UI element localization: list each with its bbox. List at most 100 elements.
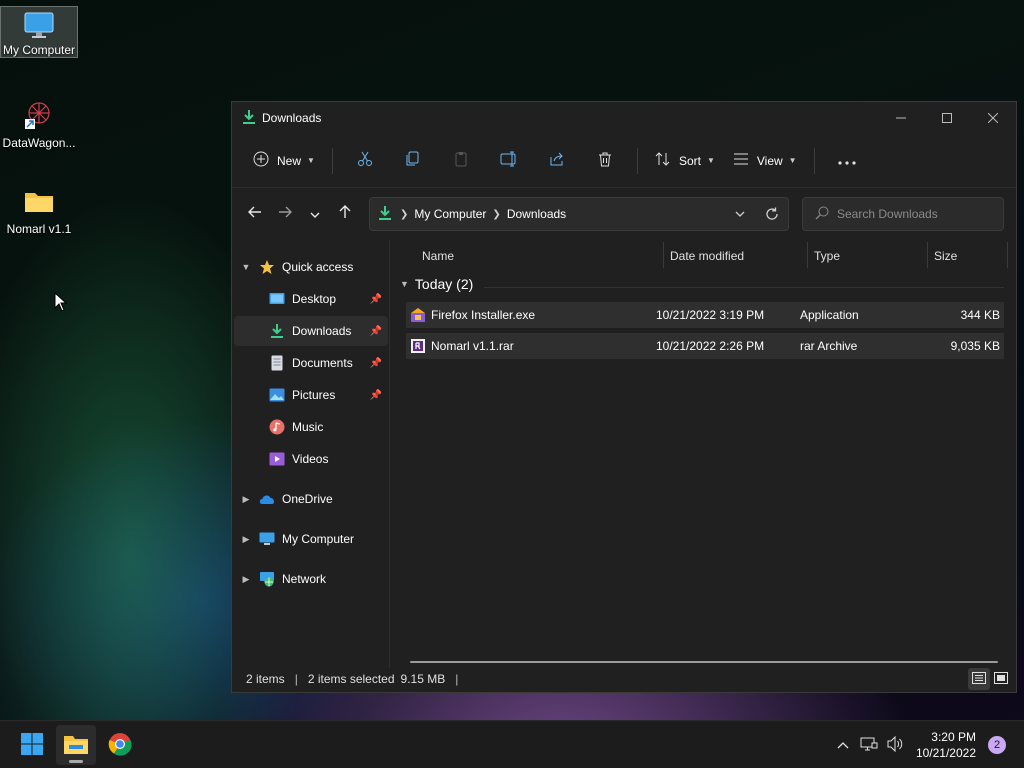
chevron-down-icon: ▼ <box>307 156 315 165</box>
file-explorer-taskbar-button[interactable] <box>56 725 96 765</box>
desktop-folder-icon <box>268 291 286 307</box>
column-header-size[interactable]: Size <box>934 240 957 272</box>
breadcrumb-my-computer[interactable]: My Computer <box>414 207 486 221</box>
recent-locations-button[interactable] <box>300 199 330 229</box>
desktop-icon-nomarl-folder[interactable]: Nomarl v1.1 <box>0 180 78 236</box>
column-header-name[interactable]: Name <box>422 240 454 272</box>
refresh-button[interactable] <box>756 207 788 221</box>
star-icon <box>258 259 276 275</box>
copy-button[interactable] <box>389 145 437 177</box>
sidebar-item-my-computer[interactable]: ▶ My Computer <box>234 524 388 554</box>
file-row-firefox-installer[interactable]: Firefox Installer.exe 10/21/2022 3:19 PM… <box>406 302 1004 328</box>
chrome-taskbar-button[interactable] <box>100 725 140 765</box>
copy-icon <box>405 151 421 170</box>
new-button[interactable]: New ▼ <box>244 145 324 177</box>
back-button[interactable] <box>240 199 270 229</box>
pin-icon[interactable]: 📌 <box>370 326 382 337</box>
sidebar-item-music[interactable]: Music <box>234 412 388 442</box>
address-history-button[interactable] <box>724 211 756 217</box>
file-size: 344 KB <box>960 308 1000 322</box>
column-divider[interactable] <box>927 242 928 268</box>
chevron-right-icon: ▶ <box>242 573 250 584</box>
address-bar[interactable]: ❯ My Computer ❯ Downloads <box>369 197 789 231</box>
status-bar: 2 items | 2 items selected 9.15 MB | <box>232 666 1016 692</box>
file-row-nomarl-rar[interactable]: Nomarl v1.1.rar 10/21/2022 2:26 PM rar A… <box>406 333 1004 359</box>
download-icon <box>378 205 392 224</box>
tiles-view-button[interactable] <box>990 668 1012 690</box>
folder-icon <box>21 184 57 218</box>
window-title: Downloads <box>262 111 322 125</box>
group-divider <box>484 287 1004 288</box>
sidebar-item-desktop[interactable]: Desktop 📌 <box>234 284 388 314</box>
file-type: rar Archive <box>800 339 858 353</box>
network-status-button[interactable] <box>856 736 882 755</box>
desktop-icon-my-computer[interactable]: My Computer <box>0 6 78 58</box>
sidebar-item-network[interactable]: ▶ Network <box>234 564 388 594</box>
file-explorer-window: Downloads New ▼ Sort ▼ View ▼ ❯ My Compu… <box>231 101 1017 693</box>
sidebar-item-documents[interactable]: Documents 📌 <box>234 348 388 378</box>
title-bar[interactable]: Downloads <box>232 102 1016 134</box>
windows-logo-icon <box>20 732 44 759</box>
datawagon-shortcut-icon <box>21 98 57 132</box>
minimize-button[interactable] <box>878 102 924 134</box>
close-button[interactable] <box>970 102 1016 134</box>
monitor-icon <box>21 11 57 41</box>
up-button[interactable] <box>330 199 360 229</box>
toolbar-divider <box>636 147 638 174</box>
chevron-down-icon: ▼ <box>241 262 251 272</box>
installer-icon <box>410 307 426 323</box>
group-header-today[interactable]: ▼ Today (2) <box>400 276 473 292</box>
cut-button[interactable] <box>341 145 389 177</box>
forward-button[interactable] <box>270 199 300 229</box>
sort-button-label: Sort <box>678 153 701 168</box>
file-list-pane: Name Date modified Type Size ▼ Today (2)… <box>392 240 1014 668</box>
sidebar-item-downloads[interactable]: Downloads 📌 <box>234 316 388 346</box>
share-button[interactable] <box>533 145 581 177</box>
sidebar-item-label: Videos <box>292 452 329 466</box>
taskbar: 3:20 PM 10/21/2022 2 <box>0 720 1024 768</box>
sidebar-item-label: Downloads <box>292 324 352 338</box>
picture-icon <box>268 387 286 403</box>
rename-button[interactable] <box>485 145 533 177</box>
search-box[interactable] <box>802 197 1004 231</box>
search-input[interactable] <box>837 207 987 221</box>
chevron-down-icon: ▼ <box>400 279 409 289</box>
group-header-label: Today (2) <box>414 276 474 292</box>
column-header-date-modified[interactable]: Date modified <box>670 240 744 272</box>
sidebar-item-onedrive[interactable]: ▶ OneDrive <box>234 484 388 514</box>
sort-button[interactable]: Sort ▼ <box>646 145 724 177</box>
pin-icon[interactable]: 📌 <box>370 390 382 401</box>
pin-icon[interactable]: 📌 <box>370 358 382 369</box>
breadcrumb-downloads[interactable]: Downloads <box>507 207 566 221</box>
music-icon <box>268 419 286 435</box>
start-button[interactable] <box>12 725 52 765</box>
column-divider[interactable] <box>663 242 664 268</box>
arrow-right-icon <box>278 205 292 223</box>
volume-button[interactable] <box>882 735 908 755</box>
more-dots-icon <box>837 154 856 168</box>
view-button[interactable]: View ▼ <box>724 145 806 177</box>
more-options-button[interactable] <box>823 145 871 177</box>
sidebar-item-quick-access[interactable]: ▼ Quick access <box>234 252 388 282</box>
desktop-icon-datawagon[interactable]: DataWagon... <box>0 94 78 150</box>
paste-button[interactable] <box>437 145 485 177</box>
column-header-type[interactable]: Type <box>814 240 840 272</box>
clock[interactable]: 3:20 PM 10/21/2022 <box>916 729 976 761</box>
details-view-button[interactable] <box>968 668 990 690</box>
status-separator: | <box>294 672 298 686</box>
horizontal-scrollbar[interactable] <box>410 661 998 663</box>
sidebar-item-pictures[interactable]: Pictures 📌 <box>234 380 388 410</box>
show-hidden-icons-button[interactable] <box>830 738 856 752</box>
breadcrumb-chevron-icon: ❯ <box>492 208 501 220</box>
rar-archive-icon <box>410 338 426 354</box>
delete-button[interactable] <box>581 145 629 177</box>
status-item-count: 2 items <box>246 672 285 686</box>
notification-badge[interactable]: 2 <box>988 736 1006 754</box>
maximize-button[interactable] <box>924 102 970 134</box>
column-divider[interactable] <box>807 242 808 268</box>
toolbar-divider <box>331 147 333 174</box>
pin-icon[interactable]: 📌 <box>370 294 382 305</box>
sidebar-item-videos[interactable]: Videos <box>234 444 388 474</box>
column-divider[interactable] <box>1007 242 1008 268</box>
sort-arrows-icon <box>655 151 671 170</box>
